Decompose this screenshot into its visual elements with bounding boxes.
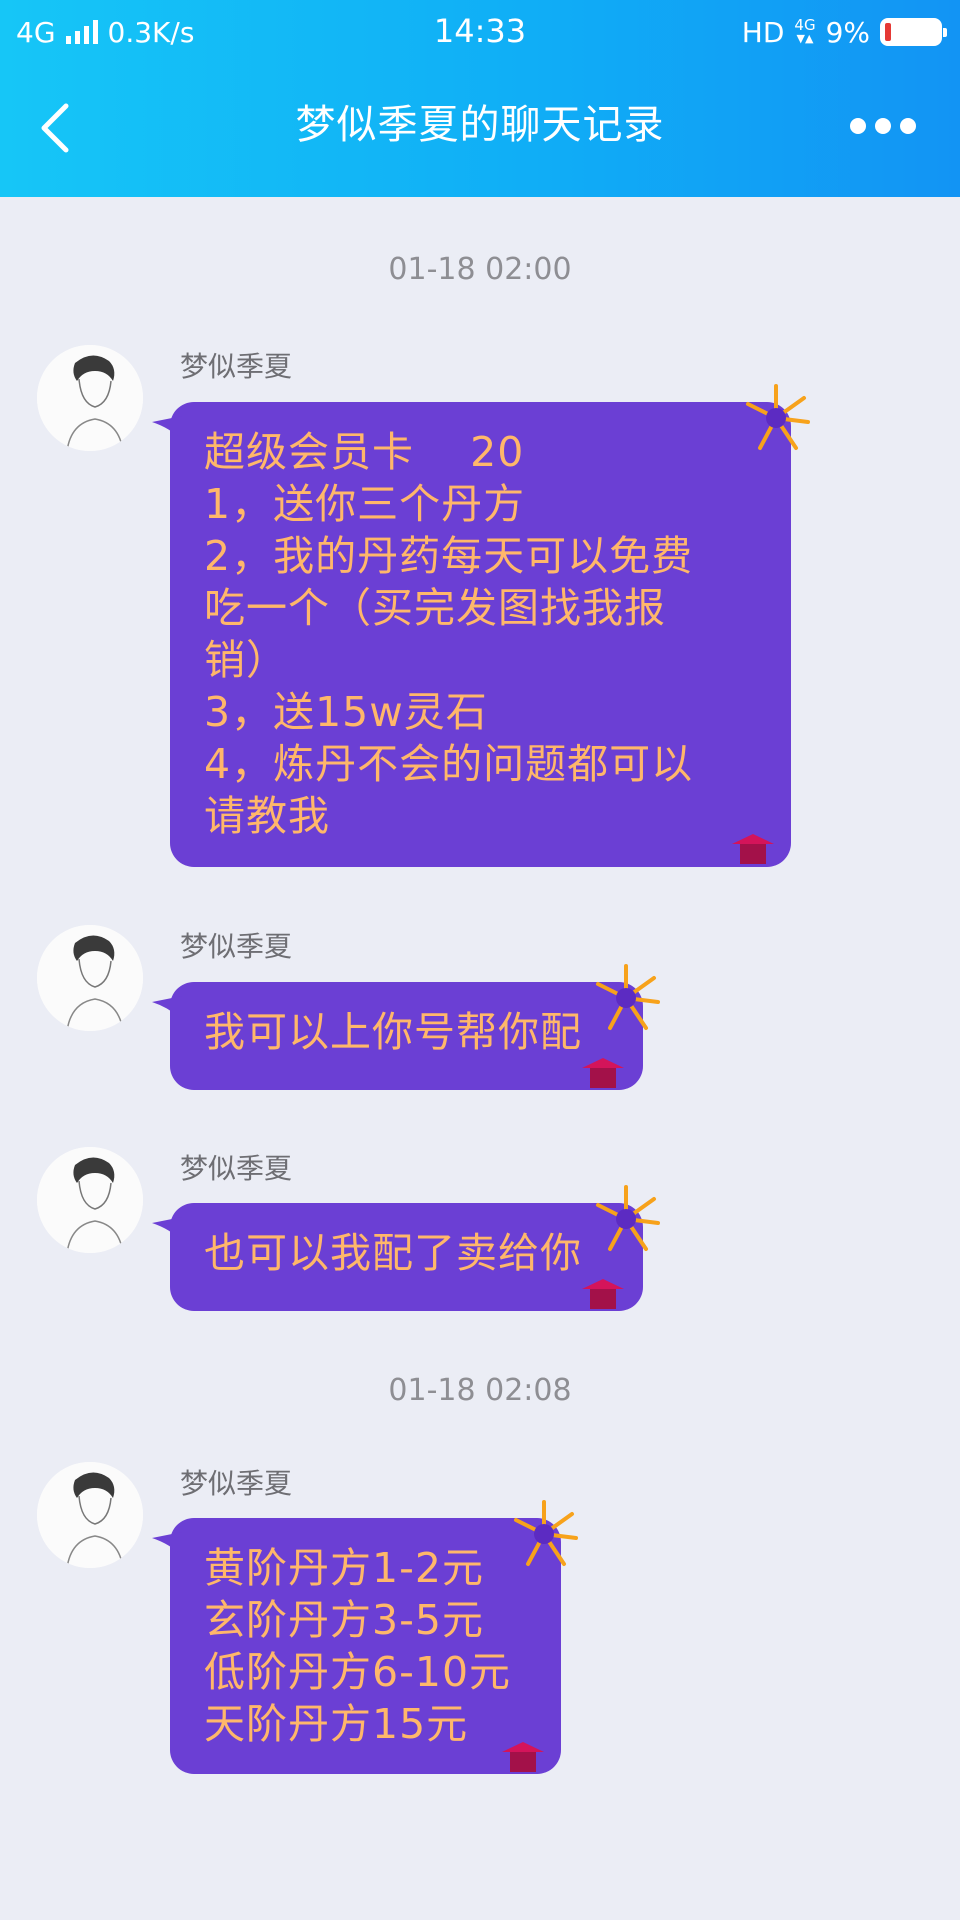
more-dots-icon [850, 118, 866, 134]
message-bubble[interactable]: 黄阶丹方1-2元 玄阶丹方3-5元 低阶丹方6-10元 天阶丹方15元 [152, 1500, 578, 1774]
page-title: 梦似季夏的聊天记录 [295, 102, 665, 148]
message-line: 4，炼丹不会的问题都可以 [204, 740, 694, 788]
message-line: 我可以上你号帮你配 [204, 1008, 582, 1056]
bubble-tail [152, 1217, 182, 1241]
message-line: 玄阶丹方3-5元 [204, 1596, 484, 1644]
firework-icon [746, 384, 810, 450]
pagoda-icon [502, 1742, 544, 1772]
message-line: 销） [204, 636, 288, 684]
message-line: 请教我 [204, 792, 330, 840]
avatar-sketch-icon [37, 345, 143, 451]
message-line: 吃一个（买完发图找我报 [204, 584, 666, 632]
message-line: 黄阶丹方1-2元 [204, 1544, 484, 1592]
message-bubble[interactable]: 超级会员卡 20 1，送你三个丹方 2，我的丹药每天可以免费 吃一个（买完发图找… [152, 384, 810, 867]
chat-header: 4G 0.3K/s 14:33 HD 4G ▼▲ 9% 梦似季夏的聊天记录 [0, 0, 960, 197]
message-line: 超级会员卡 20 [204, 428, 525, 476]
sender-name: 梦似季夏 [180, 1152, 293, 1185]
more-button[interactable] [850, 118, 916, 138]
firework-icon [514, 1500, 578, 1566]
sender-name: 梦似季夏 [180, 930, 293, 963]
message-line: 低阶丹方6-10元 [204, 1648, 512, 1696]
avatar[interactable] [37, 345, 143, 451]
message-bubble[interactable]: 我可以上你号帮你配 [152, 964, 660, 1090]
message-line: 1，送你三个丹方 [204, 480, 526, 528]
firework-icon [596, 964, 660, 1030]
avatar-sketch-icon [37, 925, 143, 1031]
avatar[interactable] [37, 925, 143, 1031]
pagoda-icon [582, 1279, 624, 1309]
pagoda-icon [582, 1058, 624, 1088]
battery-icon [880, 18, 947, 46]
firework-icon [596, 1185, 660, 1251]
bubble-tail [152, 1532, 182, 1556]
avatar-sketch-icon [37, 1147, 143, 1253]
sender-name: 梦似季夏 [180, 1467, 293, 1500]
avatar-sketch-icon [37, 1462, 143, 1568]
timestamp: 01-18 02:08 [388, 1373, 572, 1408]
message-line: 2，我的丹药每天可以免费 [204, 532, 694, 580]
bubble-tail [152, 416, 182, 440]
pagoda-icon [732, 834, 774, 864]
timestamp: 01-18 02:00 [388, 252, 572, 287]
sender-name: 梦似季夏 [180, 350, 293, 383]
data-activity-icon: 4G ▼▲ [794, 16, 816, 46]
status-bar: 4G 0.3K/s 14:33 HD 4G ▼▲ 9% [0, 0, 960, 64]
battery-percent: 9% [825, 15, 870, 49]
avatar[interactable] [37, 1147, 143, 1253]
message-bubble[interactable]: 也可以我配了卖给你 [152, 1185, 660, 1311]
message-line: 也可以我配了卖给你 [204, 1229, 582, 1277]
bubble-tail [152, 996, 182, 1020]
hd-indicator: HD [741, 15, 785, 49]
message-line: 3，送15w灵石 [204, 688, 488, 736]
data-activity-label: 4G [794, 16, 816, 34]
message-line: 天阶丹方15元 [204, 1700, 469, 1748]
avatar[interactable] [37, 1462, 143, 1568]
status-right: HD 4G ▼▲ 9% [741, 14, 947, 50]
